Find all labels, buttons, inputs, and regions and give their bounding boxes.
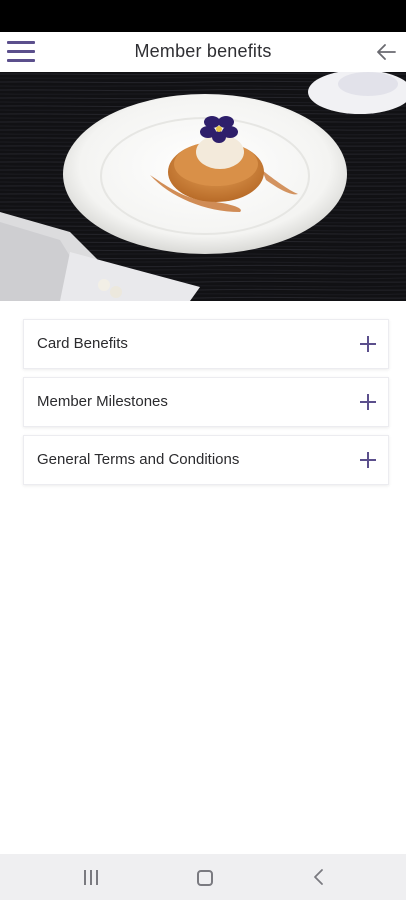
hamburger-menu-icon[interactable] [7, 41, 35, 63]
home-icon[interactable] [197, 870, 213, 886]
plus-icon[interactable] [360, 336, 376, 352]
recent-apps-icon[interactable] [84, 870, 100, 885]
accordion-item-label: General Terms and Conditions [37, 451, 240, 468]
page-title: Member benefits [134, 41, 272, 61]
plus-icon[interactable] [360, 452, 376, 468]
status-bar [0, 0, 406, 32]
accordion-item-member-milestones[interactable]: Member Milestones [23, 377, 389, 427]
benefits-accordion: Card Benefits Member Milestones General … [23, 319, 389, 493]
plus-icon[interactable] [360, 394, 376, 410]
accordion-item-label: Card Benefits [37, 335, 128, 352]
app-header: Member benefits [0, 32, 406, 72]
accordion-item-card-benefits[interactable]: Card Benefits [23, 319, 389, 369]
accordion-item-general-terms[interactable]: General Terms and Conditions [23, 435, 389, 485]
back-chevron-icon[interactable] [312, 868, 326, 886]
system-navigation-bar [0, 854, 406, 900]
arrow-left-icon[interactable] [375, 42, 397, 62]
accordion-item-label: Member Milestones [37, 393, 168, 410]
hero-image [0, 72, 406, 301]
